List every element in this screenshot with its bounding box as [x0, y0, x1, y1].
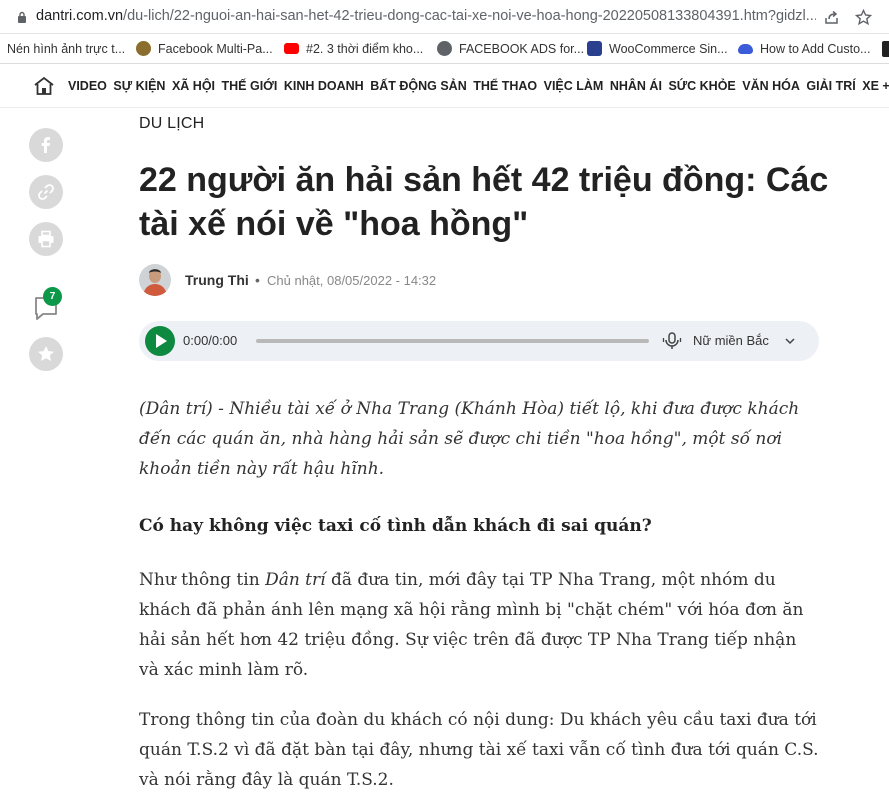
- bookmark-item[interactable]: WooCommerce Sin...: [587, 41, 728, 57]
- article-title: 22 người ăn hải sản hết 42 triệu đồng: C…: [139, 161, 829, 243]
- bookmark-article-button[interactable]: [29, 337, 63, 371]
- bookmark-item[interactable]: FACEBOOK ADS for...: [437, 41, 584, 57]
- bookmark-label: Facebook Multi-Pa...: [158, 42, 273, 56]
- bookmark-overflow-icon[interactable]: [882, 41, 889, 57]
- print-icon: [38, 230, 54, 248]
- nav-item[interactable]: XE ++: [862, 79, 889, 93]
- article-paragraph: Trong thông tin của đoàn du khách có nội…: [139, 710, 819, 790]
- nav-item[interactable]: VIỆC LÀM: [544, 79, 604, 93]
- nav-item[interactable]: VIDEO: [68, 79, 107, 93]
- bookmark-item[interactable]: Nén hình ảnh trực t...: [7, 41, 125, 57]
- comment-count-badge: 7: [43, 287, 62, 306]
- nav-item[interactable]: THẾ GIỚI: [222, 79, 278, 93]
- player-time: 0:00/0:00: [183, 333, 238, 348]
- nav-item[interactable]: SỨC KHỎE: [668, 79, 735, 93]
- bookmark-label: FACEBOOK ADS for...: [459, 42, 585, 56]
- source-link[interactable]: Dân trí: [265, 570, 326, 590]
- publish-date: Chủ nhật, 08/05/2022 - 14:32: [267, 273, 437, 288]
- url-text[interactable]: dantri.com.vn/du-lich/22-nguoi-an-hai-sa…: [36, 8, 816, 24]
- author-name[interactable]: Trung Thi: [185, 272, 249, 288]
- copy-link-button[interactable]: [29, 175, 63, 209]
- link-icon: [38, 184, 54, 200]
- bookmark-item[interactable]: How to Add Custo...: [738, 41, 870, 57]
- cloud-icon: [738, 44, 753, 54]
- nav-item[interactable]: SỰ KIỆN: [113, 79, 165, 93]
- address-bar[interactable]: dantri.com.vn/du-lich/22-nguoi-an-hai-sa…: [0, 0, 889, 34]
- article-paragraph: Như thông tin Dân trí đã đưa tin, mới đâ…: [139, 565, 819, 685]
- nav-links: VIDEO SỰ KIỆN XÃ HỘI THẾ GIỚI KINH DOANH BẤT …: [68, 79, 889, 93]
- share-icon[interactable]: [823, 9, 840, 26]
- voice-select[interactable]: Nữ miền Bắc: [693, 333, 769, 348]
- voice-mic-icon[interactable]: [662, 331, 682, 351]
- play-icon: [156, 334, 167, 348]
- nav-item[interactable]: GIẢI TRÍ: [806, 79, 855, 93]
- youtube-icon: [284, 43, 299, 54]
- site-nav: VIDEO SỰ KIỆN XÃ HỘI THẾ GIỚI KINH DOANH BẤT …: [0, 64, 889, 108]
- bookmark-item[interactable]: #2. 3 thời điểm kho...: [284, 41, 423, 57]
- section-heading: Có hay không việc taxi cố tình dẫn khách…: [139, 516, 652, 536]
- bookmark-label: Nén hình ảnh trực t...: [7, 42, 126, 56]
- fb-multi-icon: [136, 41, 151, 56]
- print-button[interactable]: [29, 222, 63, 256]
- nav-item[interactable]: BẤT ĐỘNG SẢN: [370, 79, 467, 93]
- globe-icon: [437, 41, 452, 56]
- bookmarks-bar: Nén hình ảnh trực t... Facebook Multi-Pa…: [0, 34, 889, 64]
- bookmark-label: WooCommerce Sin...: [609, 42, 728, 56]
- nav-item[interactable]: VĂN HÓA: [742, 79, 800, 93]
- lock-icon[interactable]: [17, 11, 27, 24]
- woo-icon: [587, 41, 602, 56]
- meta-separator: •: [255, 272, 260, 288]
- bookmark-item[interactable]: Facebook Multi-Pa...: [136, 41, 273, 57]
- author-avatar[interactable]: [139, 264, 171, 296]
- audio-player: 0:00/0:00 Nữ miền Bắc: [139, 321, 819, 361]
- paragraph-text: Như thông tin: [139, 570, 266, 590]
- nav-item[interactable]: XÃ HỘI: [172, 79, 215, 93]
- progress-track[interactable]: [256, 339, 649, 343]
- play-button[interactable]: [145, 326, 175, 356]
- article-sapo: (Dân trí) - Nhiều tài xế ở Nha Trang (Kh…: [139, 399, 800, 479]
- star-icon[interactable]: [855, 9, 872, 26]
- nav-item[interactable]: KINH DOANH: [284, 79, 364, 93]
- facebook-share-button[interactable]: [29, 128, 63, 162]
- bookmark-label: #2. 3 thời điểm kho...: [306, 42, 424, 56]
- url-host: dantri.com.vn: [36, 8, 124, 24]
- nav-item[interactable]: NHÂN ÁI: [610, 79, 662, 93]
- bookmark-label: How to Add Custo...: [760, 42, 871, 56]
- url-path: /du-lich/22-nguoi-an-hai-san-het-42-trie…: [123, 8, 816, 24]
- star-icon: [38, 346, 54, 361]
- chevron-down-icon[interactable]: [784, 335, 796, 347]
- avatar-image: [139, 264, 171, 296]
- home-icon[interactable]: [33, 76, 55, 96]
- nav-item[interactable]: THỂ THAO: [473, 79, 537, 93]
- facebook-icon: [41, 137, 50, 153]
- article-category[interactable]: DU LỊCH: [139, 115, 204, 133]
